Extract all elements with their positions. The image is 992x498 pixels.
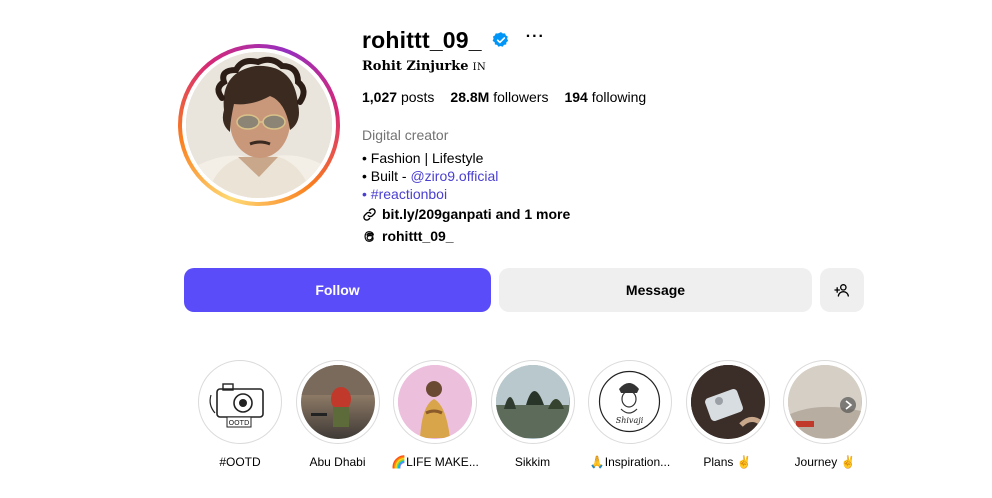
plans-photo <box>690 365 764 438</box>
full-name-row: Rohit Zinjurke IN <box>362 59 486 74</box>
bio-line-1: • Fashion | Lifestyle <box>362 150 484 166</box>
hashtag-link[interactable]: #reactionboi <box>371 186 447 202</box>
highlight-cover <box>495 365 570 439</box>
abu-dhabi-photo <box>300 365 374 427</box>
highlight-label: #OOTD <box>219 455 261 469</box>
highlight-label: 🌈LIFE MAKE... <box>391 455 479 469</box>
avatar-illustration <box>186 52 332 198</box>
username-row: rohittt_09_ ··· <box>362 26 545 54</box>
shivaji-text: Shivaji <box>616 416 644 425</box>
profile-stats: 1,027 posts 28.8M followers 194 followin… <box>362 89 646 105</box>
more-options-icon[interactable]: ··· <box>526 29 545 48</box>
posts-label: posts <box>400 89 435 105</box>
bio-line-3: • #reactionboi <box>362 185 498 203</box>
life-make-photo <box>398 365 471 438</box>
highlight-journey[interactable]: Journey ✌️ <box>783 360 867 469</box>
followers-count: 28.8M <box>450 89 490 105</box>
journey-photo <box>788 365 861 438</box>
shivaji-sketch: Shivaji <box>598 370 661 433</box>
highlight-life-make[interactable]: 🌈LIFE MAKE... <box>391 360 479 469</box>
highlight-cover: OOTD <box>203 365 277 439</box>
highlight-cover <box>300 365 375 439</box>
threads-handle[interactable]: rohittt_09_ <box>382 228 454 244</box>
following-label: following <box>591 89 647 105</box>
link-icon <box>363 207 376 221</box>
highlight-ring <box>783 360 867 444</box>
ootd-overlay-text: OOTD <box>229 419 250 427</box>
pronoun-tag: IN <box>472 62 487 73</box>
avatar-inner <box>182 48 336 202</box>
full-name: Rohit Zinjurke <box>362 59 469 74</box>
followers-label: followers <box>493 89 549 105</box>
highlight-label: Journey ✌️ <box>794 455 856 469</box>
highlight-abu-dhabi[interactable]: Abu Dhabi <box>295 360 380 469</box>
following-count: 194 <box>564 89 588 105</box>
highlight-cover <box>690 365 765 439</box>
highlight-label: Abu Dhabi <box>309 455 366 469</box>
bio-line-2-prefix: • Built - <box>362 168 411 184</box>
highlight-cover <box>398 365 472 439</box>
follow-button[interactable]: Follow <box>184 268 491 312</box>
profile-avatar[interactable] <box>178 44 340 206</box>
profile-category: Digital creator <box>362 127 449 143</box>
message-button[interactable]: Message <box>499 268 812 312</box>
threads-link-row[interactable]: rohittt_09_ <box>362 228 454 244</box>
highlight-ring: OOTD <box>198 360 282 444</box>
highlight-ring <box>393 360 477 444</box>
username: rohittt_09_ <box>362 26 482 53</box>
highlight-cover: Shivaji <box>593 365 667 439</box>
avatar-photo <box>186 52 332 198</box>
highlight-ring <box>490 360 575 444</box>
highlight-plans[interactable]: Plans ✌️ <box>685 360 770 469</box>
suggest-users-button[interactable] <box>820 268 864 312</box>
mention-link[interactable]: @ziro9.official <box>410 168 498 184</box>
highlight-label: 🙏Inspiration... <box>589 455 671 469</box>
bio-line-3-bullet: • <box>362 186 371 202</box>
sikkim-photo <box>495 365 569 438</box>
followers-stat[interactable]: 28.8M followers <box>450 89 548 105</box>
highlight-label: Sikkim <box>514 455 551 469</box>
external-link-text[interactable]: bit.ly/209ganpati and 1 more <box>382 206 570 222</box>
following-stat[interactable]: 194 following <box>564 89 646 105</box>
external-link-row[interactable]: bit.ly/209ganpati and 1 more <box>362 206 570 222</box>
highlight-label: Plans ✌️ <box>703 455 752 469</box>
story-highlights: OOTD #OOTD Abu Dhabi 🌈LIFE MAKE... Sikki… <box>198 360 867 469</box>
verified-badge-icon <box>492 32 508 47</box>
highlight-cover <box>788 365 862 439</box>
add-user-icon <box>834 284 849 297</box>
profile-bio: • Fashion | Lifestyle • Built - @ziro9.o… <box>362 149 498 203</box>
highlight-ootd[interactable]: OOTD #OOTD <box>198 360 282 469</box>
highlight-inspiration[interactable]: Shivaji 🙏Inspiration... <box>588 360 672 469</box>
posts-stat: 1,027 posts <box>362 89 434 105</box>
highlight-sikkim[interactable]: Sikkim <box>490 360 575 469</box>
highlight-ring <box>685 360 770 444</box>
bio-line-2: • Built - @ziro9.official <box>362 167 498 185</box>
posts-count: 1,027 <box>362 89 398 105</box>
threads-icon <box>364 230 374 242</box>
highlight-ring: Shivaji <box>588 360 672 444</box>
camera-sketch-icon: OOTD <box>209 383 264 428</box>
highlight-ring <box>295 360 380 444</box>
